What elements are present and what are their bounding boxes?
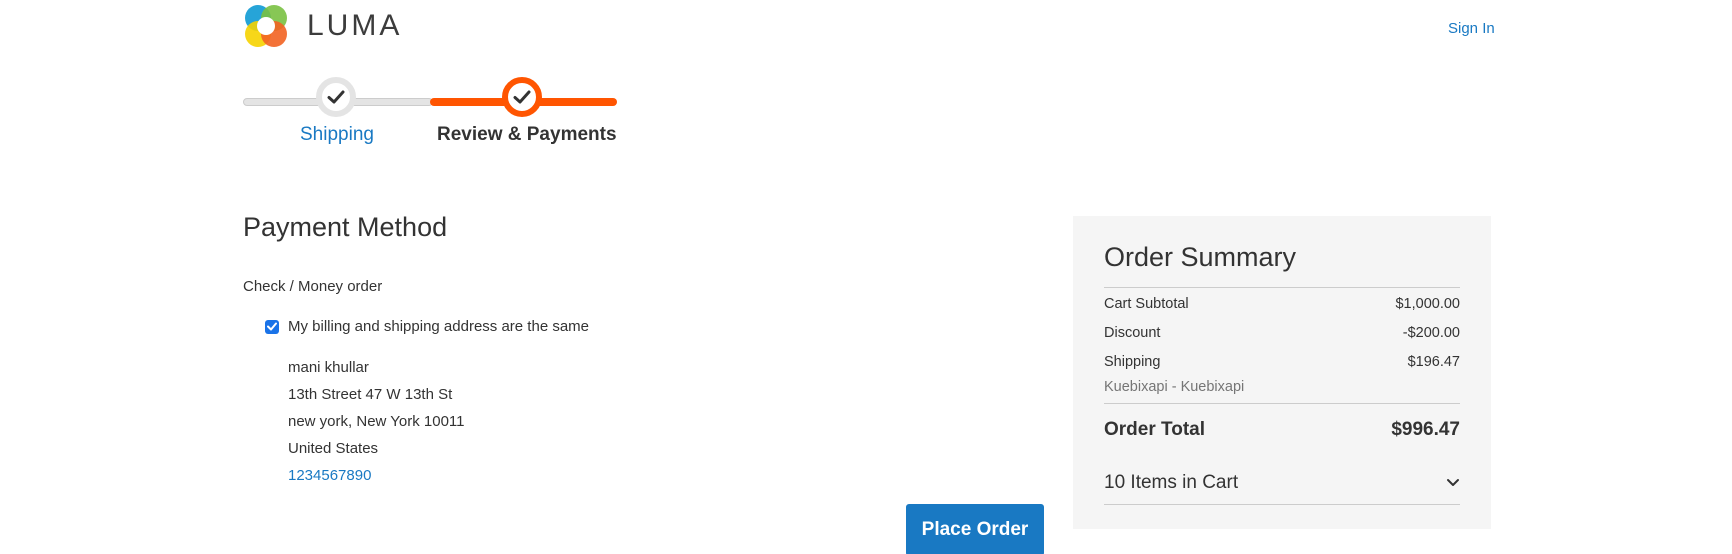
place-order-button[interactable]: Place Order [906, 504, 1044, 554]
items-in-cart-label: 10 Items in Cart [1104, 472, 1239, 493]
order-total-row: Order Total $996.47 [1104, 419, 1460, 441]
items-in-cart-toggle[interactable]: 10 Items in Cart [1104, 472, 1460, 494]
address-country: United States [288, 440, 379, 457]
order-total-label: Order Total [1104, 419, 1205, 440]
step-review-marker [502, 77, 542, 117]
payment-method-option-label: Check / Money order [243, 278, 383, 295]
billing-address: mani khullar 13th Street 47 W 13th St ne… [288, 354, 465, 489]
address-street: 13th Street 47 W 13th St [288, 386, 453, 403]
discount-value: -$200.00 [1402, 325, 1460, 341]
address-city: new york, New York 10011 [288, 413, 465, 430]
shipping-label: Shipping [1104, 354, 1161, 370]
chevron-down-icon [1447, 479, 1459, 486]
summary-divider [1104, 287, 1460, 288]
checkmark-icon [267, 322, 277, 331]
summary-divider [1104, 504, 1460, 505]
luma-logo-icon [245, 5, 287, 47]
cart-subtotal-row: Cart Subtotal $1,000.00 [1104, 296, 1460, 312]
billing-same-as-shipping[interactable]: My billing and shipping address are the … [265, 318, 589, 335]
checkmark-icon [513, 90, 531, 104]
summary-divider [1104, 403, 1460, 404]
billing-same-label: My billing and shipping address are the … [288, 318, 590, 335]
step-review-label: Review & Payments [437, 124, 617, 145]
order-summary-title: Order Summary [1104, 242, 1297, 272]
discount-row: Discount -$200.00 [1104, 325, 1460, 341]
cart-subtotal-label: Cart Subtotal [1104, 296, 1189, 312]
checkmark-icon [327, 90, 345, 104]
step-shipping-marker[interactable] [316, 77, 356, 117]
payment-method-title: Payment Method [243, 212, 448, 242]
order-total-value: $996.47 [1391, 419, 1460, 440]
discount-label: Discount [1104, 325, 1161, 341]
shipping-method-name: Kuebixapi - Kuebixapi [1104, 379, 1245, 395]
address-name: mani khullar [288, 359, 369, 376]
address-phone-link[interactable]: 1234567890 [288, 462, 465, 489]
shipping-value: $196.47 [1407, 354, 1460, 370]
logo-text: LUMA [307, 9, 403, 42]
billing-same-checkbox[interactable] [265, 319, 279, 334]
shipping-row: Shipping $196.47 [1104, 354, 1460, 370]
cart-subtotal-value: $1,000.00 [1395, 296, 1460, 312]
order-summary-panel: Order Summary Cart Subtotal $1,000.00 Di… [1073, 216, 1491, 529]
luma-logo[interactable]: LUMA [243, 3, 402, 49]
checkout-progress-bar: Shipping Review & Payments [243, 77, 617, 152]
sign-in-link[interactable]: Sign In [1448, 20, 1495, 37]
step-shipping-label[interactable]: Shipping [300, 124, 374, 146]
